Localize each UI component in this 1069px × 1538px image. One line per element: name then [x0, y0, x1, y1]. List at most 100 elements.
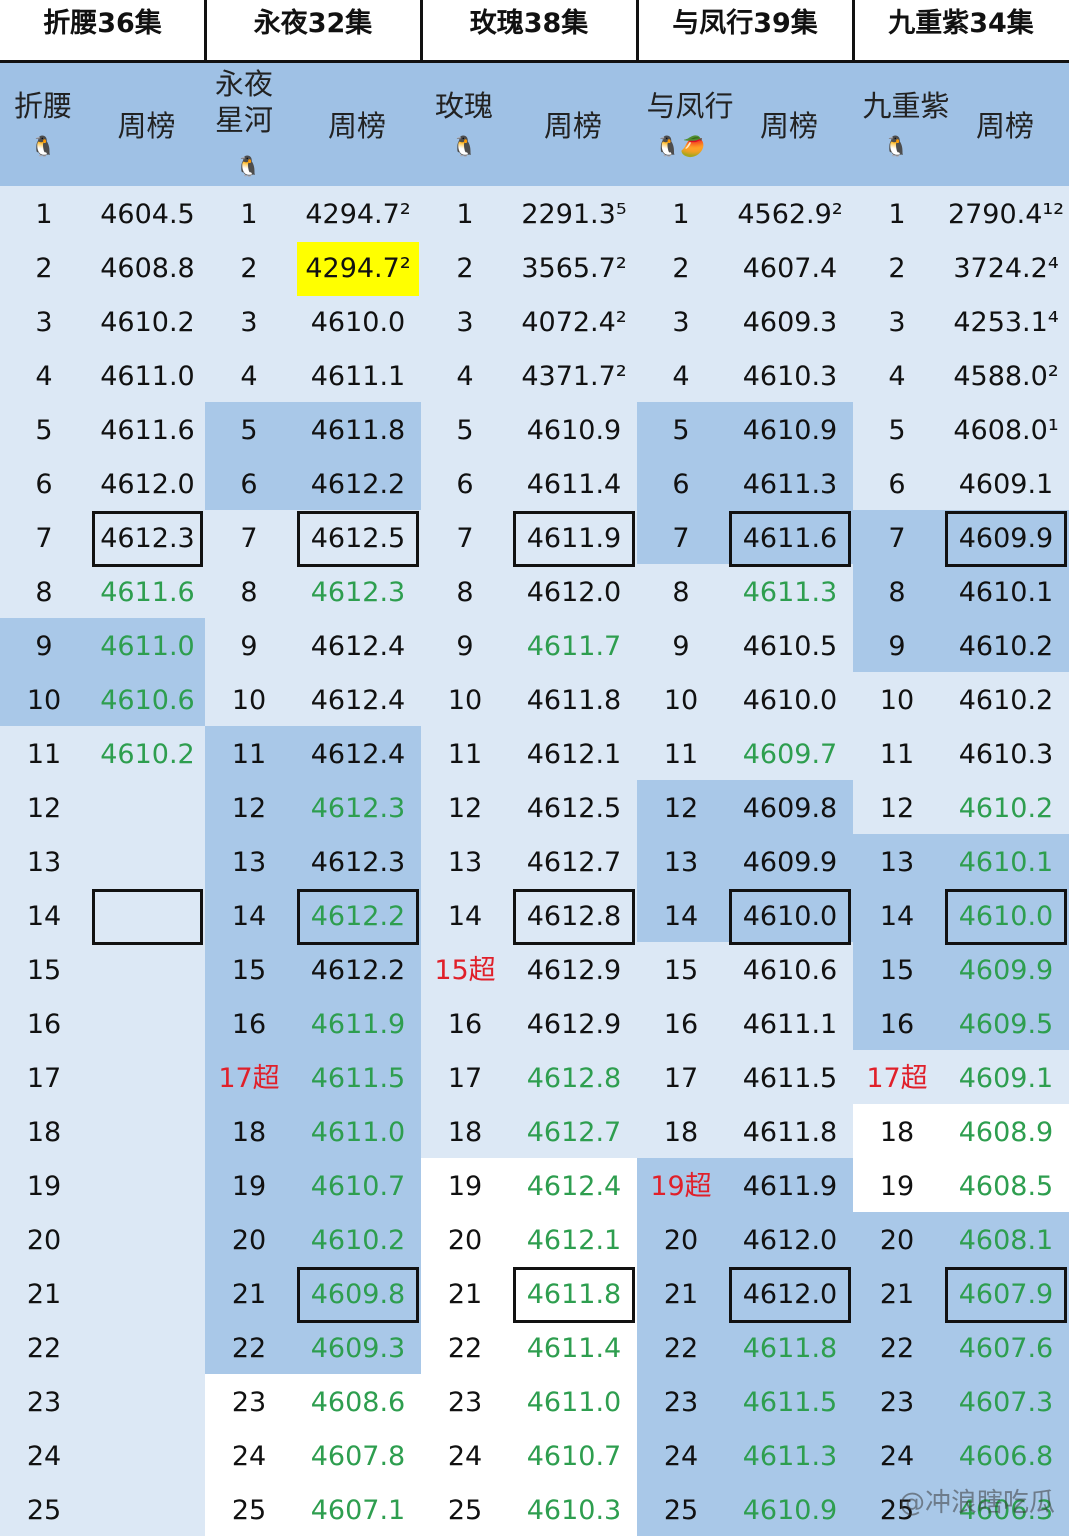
rank-cell: 17 [26, 1063, 62, 1094]
rank-cell: 4 [35, 361, 53, 392]
rank-cell: 11 [447, 739, 483, 770]
value-header: 周榜 [117, 109, 176, 143]
value-cell: 3565.7² [521, 253, 627, 284]
rank-cell: 22 [663, 1333, 699, 1364]
value-cell: 4608.0¹ [953, 415, 1059, 446]
value-cell: 4610.2 [100, 307, 195, 338]
value-cell: 4612.3 [310, 793, 406, 824]
value-cell: 4612.2 [310, 469, 406, 500]
value-cell: 4611.1 [742, 1009, 838, 1040]
value-cell: 4610.3 [958, 739, 1054, 770]
rank-cell: 17 [447, 1063, 483, 1094]
rank-cell: 3 [35, 307, 53, 338]
rank-cell: 1 [456, 199, 474, 230]
rank-cell: 9 [888, 631, 906, 662]
value-cell: 4294.7² [305, 199, 411, 230]
rank-cell: 22 [879, 1333, 915, 1364]
rank-cell: 19超 [650, 1171, 712, 1202]
rank-header: 九重紫 [862, 89, 950, 123]
value-cell: 4611.0 [100, 631, 195, 662]
rank-cell: 20 [26, 1225, 62, 1256]
rank-header: 折腰 [13, 89, 72, 123]
value-cell: 4294.7² [297, 242, 419, 296]
value-cell: 4610.0 [729, 889, 851, 945]
rank-cell: 23 [879, 1387, 915, 1418]
value-cell: 4611.0 [100, 361, 195, 392]
value-cell: 4611.4 [526, 469, 622, 500]
value-cell: 4612.4 [310, 631, 406, 662]
value-cell: 4610.3 [526, 1495, 622, 1526]
rank-cell: 25 [663, 1495, 699, 1526]
column-separator [204, 0, 207, 60]
rank-cell: 11 [26, 739, 62, 770]
rank-cell: 16 [879, 1009, 915, 1040]
value-cell: 4612.4 [526, 1171, 622, 1202]
value-cell: 4612.1 [526, 1225, 622, 1256]
rank-cell: 8 [456, 577, 474, 608]
value-cell: 4611.6 [100, 577, 195, 608]
rank-cell: 15 [879, 955, 915, 986]
value-cell: 4611.4 [526, 1333, 622, 1364]
value-cell: 2291.3⁵ [521, 199, 627, 230]
value-cell [92, 836, 203, 890]
rank-cell: 5 [35, 415, 53, 446]
value-cell: 4611.0 [526, 1387, 622, 1418]
rank-cell: 13 [879, 847, 915, 878]
rank-cell: 19 [447, 1171, 483, 1202]
rank-cell: 18 [447, 1117, 483, 1148]
value-cell: 4610.6 [100, 685, 195, 716]
rank-cell: 21 [879, 1279, 915, 1310]
value-header: 周榜 [975, 109, 1034, 143]
rank-cell: 20 [879, 1225, 915, 1256]
column-separator [420, 0, 423, 60]
rank-cell: 24 [663, 1441, 699, 1472]
value-cell: 4611.9 [742, 1171, 838, 1202]
value-cell: 4072.4² [521, 307, 627, 338]
rank-cell: 7 [888, 523, 906, 554]
rank-cell: 4 [240, 361, 258, 392]
value-cell: 4609.5 [958, 1009, 1054, 1040]
rank-header: 永夜星河 [214, 67, 273, 137]
penguin-icon: 🐧 [235, 154, 261, 178]
rank-cell: 17超 [218, 1063, 280, 1094]
value-cell: 4588.0² [953, 361, 1059, 392]
rank-cell: 21 [447, 1279, 483, 1310]
rank-cell: 8 [672, 577, 690, 608]
value-cell [92, 1052, 203, 1106]
column-title: 与凤行39集 [672, 8, 818, 39]
value-cell: 4612.3 [310, 847, 406, 878]
value-header: 周榜 [543, 109, 602, 143]
rank-cell: 18 [879, 1117, 915, 1148]
header-divider [0, 60, 1069, 63]
rank-cell: 4 [888, 361, 906, 392]
rank-header: 与凤行 [646, 89, 734, 123]
value-cell [92, 998, 203, 1052]
rank-cell: 14 [447, 901, 483, 932]
value-cell [92, 1484, 203, 1538]
rank-cell: 18 [231, 1117, 267, 1148]
value-cell: 4612.1 [526, 739, 622, 770]
value-cell: 3724.2⁴ [953, 253, 1059, 284]
value-cell: 4611.0 [310, 1117, 406, 1148]
rank-cell: 12 [663, 793, 699, 824]
rank-cell: 23 [663, 1387, 699, 1418]
value-cell: 4610.9 [526, 415, 622, 446]
value-cell: 4611.7 [526, 631, 622, 662]
value-cell: 4612.0 [526, 577, 622, 608]
value-cell: 4612.4 [310, 685, 406, 716]
value-cell: 4609.1 [958, 1063, 1054, 1094]
rank-cell: 21 [663, 1279, 699, 1310]
rank-cell: 5 [888, 415, 906, 446]
rank-cell: 1 [888, 199, 906, 230]
rank-cell: 19 [879, 1171, 915, 1202]
value-cell: 4612.7 [526, 1117, 622, 1148]
value-cell: 4612.3 [310, 577, 406, 608]
value-cell [92, 1376, 203, 1430]
value-cell [92, 1106, 203, 1160]
rank-cell: 22 [447, 1333, 483, 1364]
rank-cell: 14 [879, 901, 915, 932]
rank-cell: 23 [231, 1387, 267, 1418]
value-cell: 4253.1⁴ [953, 307, 1059, 338]
value-cell: 2790.4¹² [947, 199, 1065, 230]
rank-cell: 9 [672, 631, 690, 662]
